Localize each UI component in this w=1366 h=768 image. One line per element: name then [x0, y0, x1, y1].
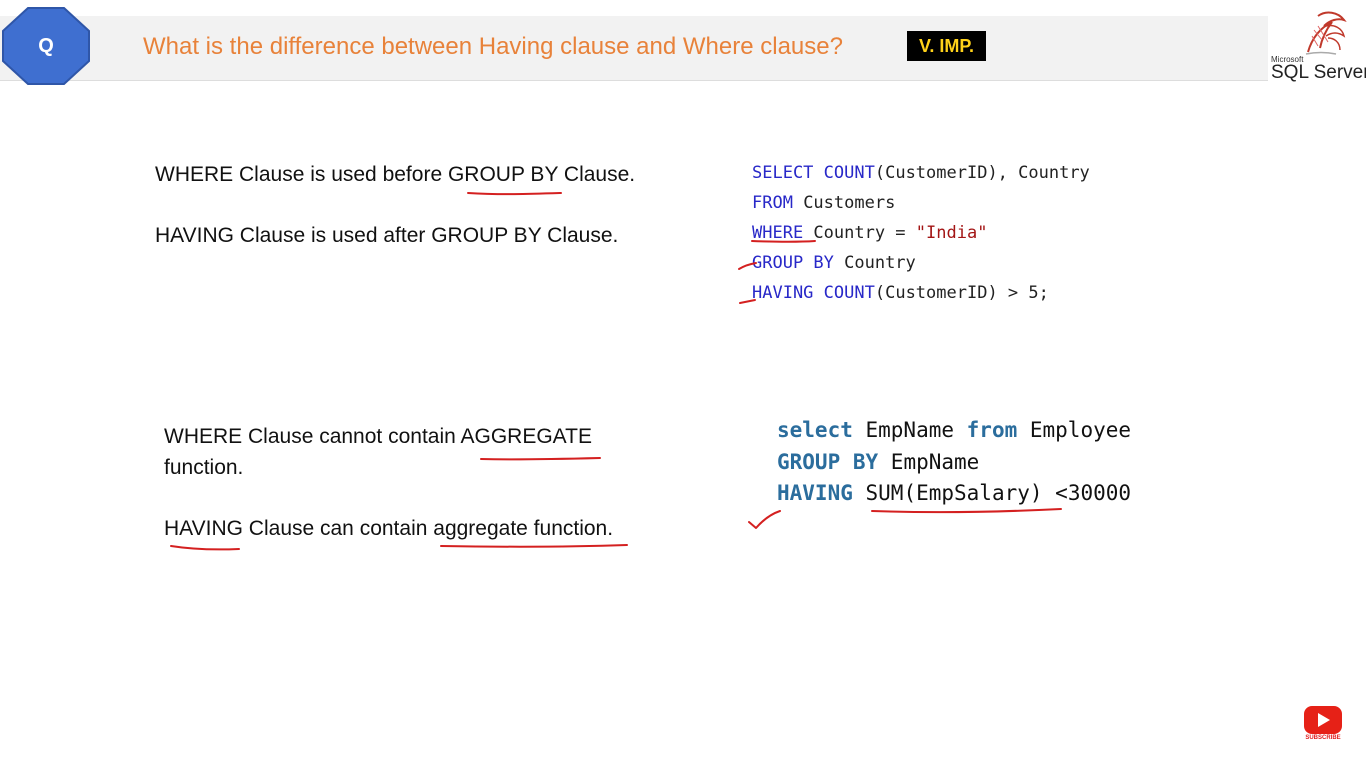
youtube-play-icon	[1304, 706, 1342, 734]
underline-mark	[751, 240, 816, 243]
tick-mark	[739, 299, 756, 304]
underline-mark	[467, 192, 562, 196]
check-mark	[748, 510, 781, 529]
underline-mark	[440, 544, 628, 548]
tick-mark	[738, 262, 757, 270]
underline-mark	[170, 545, 240, 551]
annotation-ink-layer	[170, 192, 1062, 551]
underline-mark	[480, 457, 601, 461]
subscribe-label: SUBSCRIBE	[1305, 735, 1341, 741]
underline-mark	[871, 508, 1062, 514]
